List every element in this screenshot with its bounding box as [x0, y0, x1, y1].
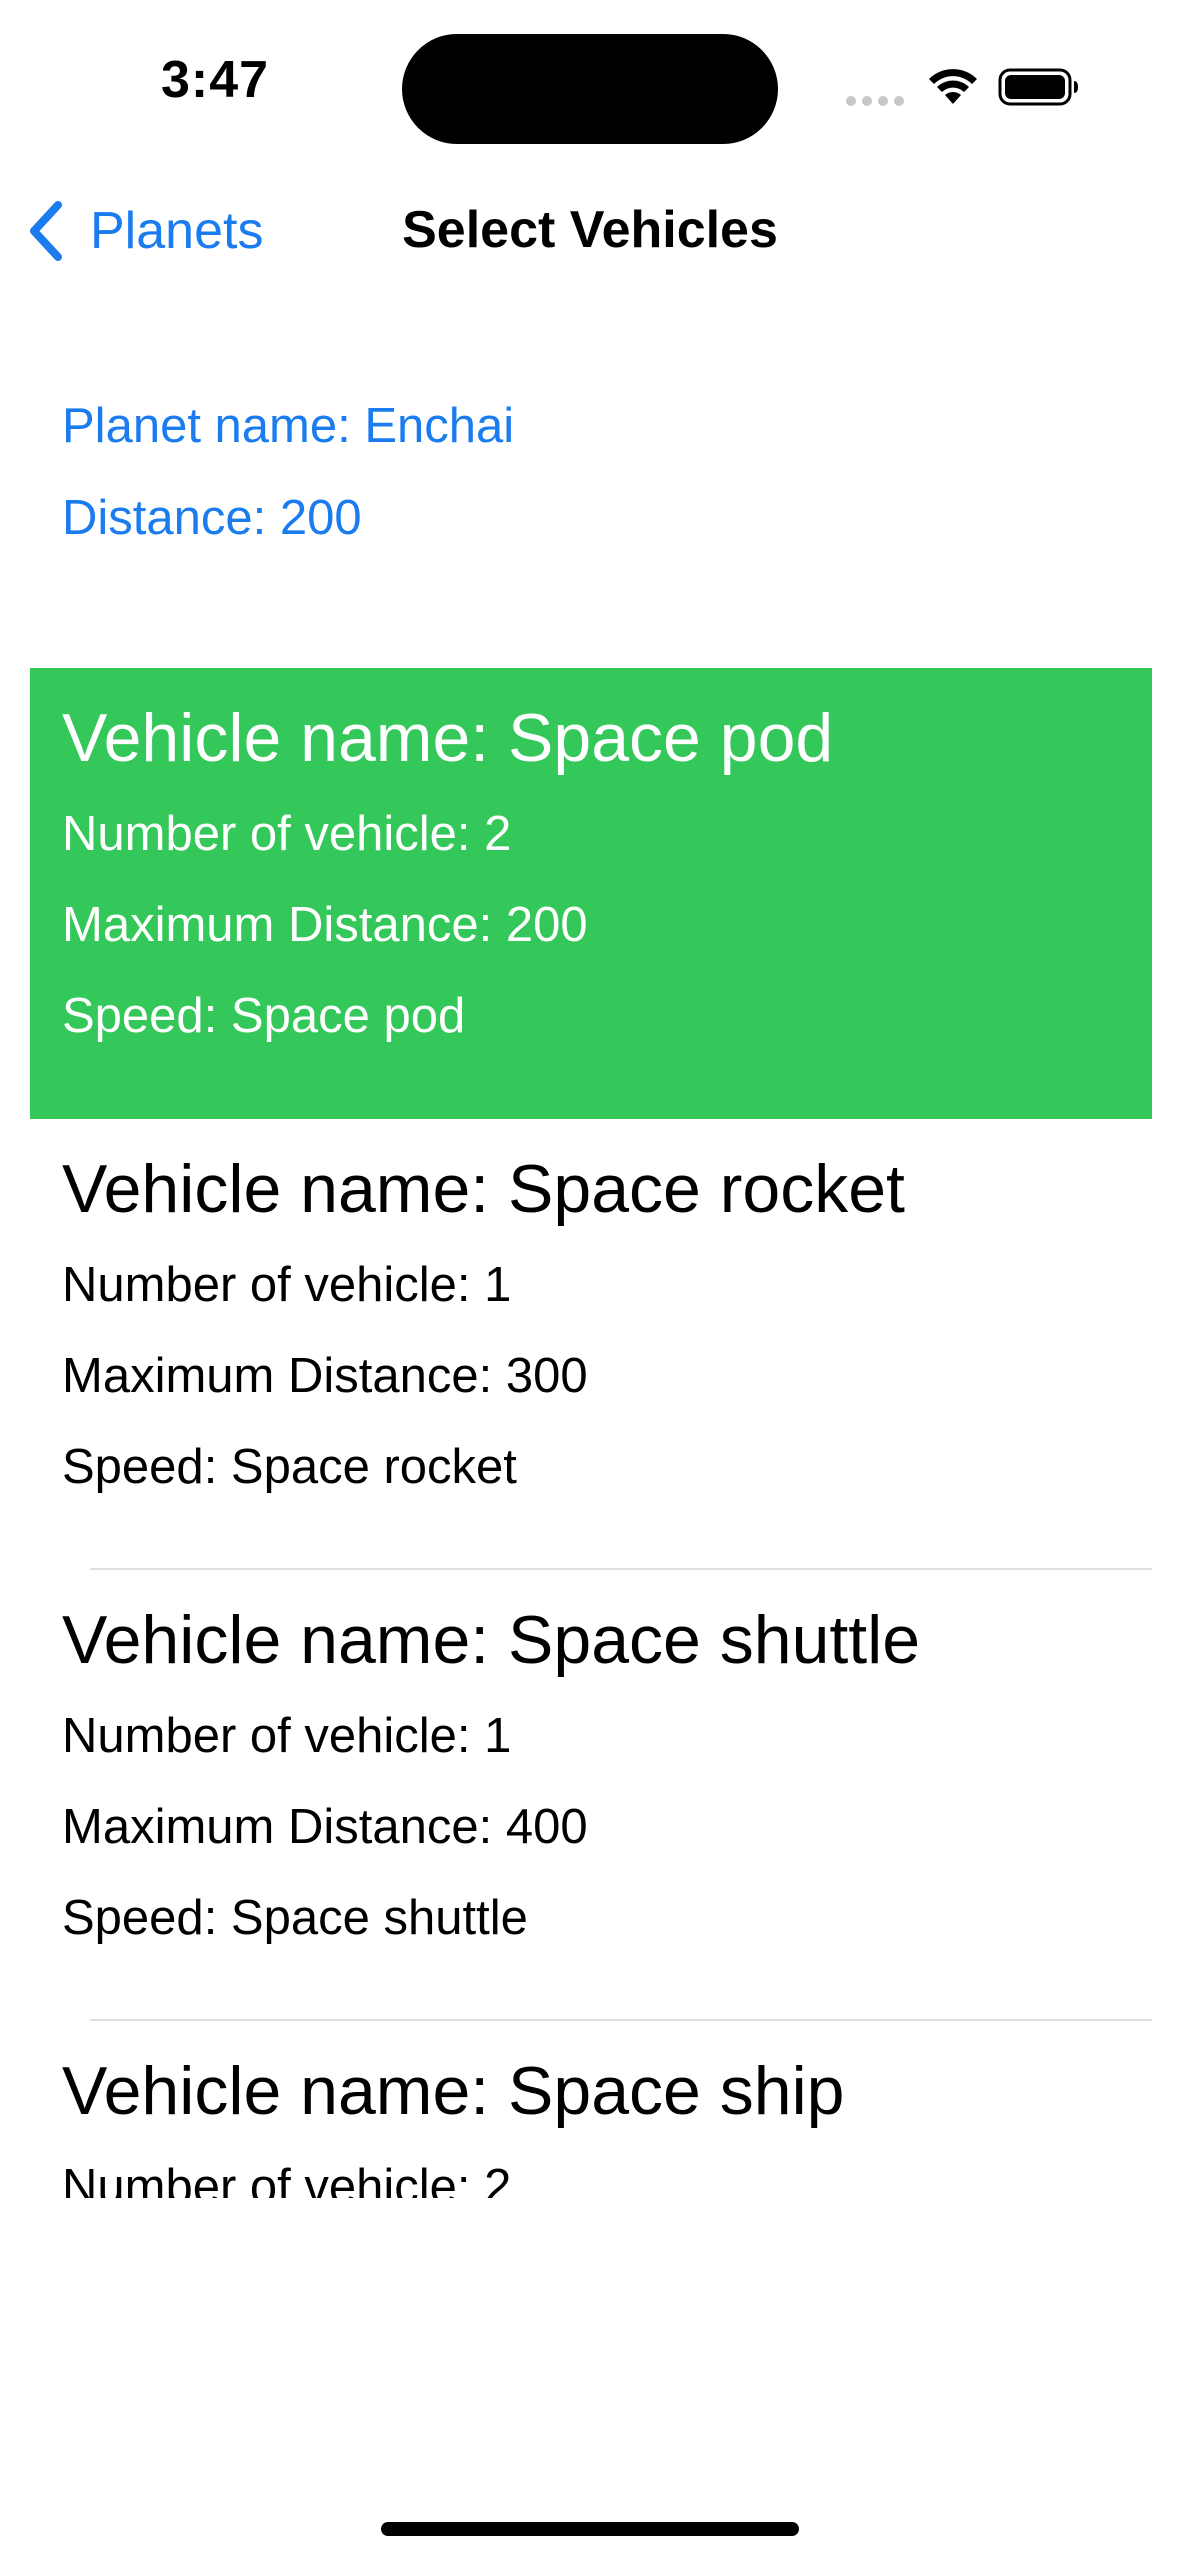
planet-info: Planet name: Enchai Distance: 200: [62, 396, 514, 580]
vehicle-count: Number of vehicle: 1: [62, 1709, 512, 1763]
vehicle-count: Number of vehicle: 2: [62, 2160, 512, 2198]
cellular-signal-icon: [846, 96, 906, 108]
page-title: Select Vehicles: [402, 201, 778, 259]
vehicle-name: Vehicle name: Space pod: [62, 700, 834, 776]
planet-name: Planet name: Enchai: [62, 399, 515, 453]
status-bar: 3:47: [0, 0, 1179, 170]
wifi-icon: [929, 69, 977, 104]
vehicle-row-space-ship[interactable]: Vehicle name: Space ship Number of vehic…: [30, 2021, 1152, 2198]
vehicle-name: Vehicle name: Space rocket: [62, 1151, 905, 1227]
vehicle-row-space-shuttle[interactable]: Vehicle name: Space shuttle Number of ve…: [30, 1570, 1152, 2021]
chevron-left-icon: [30, 201, 62, 261]
vehicle-row-space-rocket[interactable]: Vehicle name: Space rocket Number of veh…: [30, 1119, 1152, 1570]
vehicle-speed: Speed: Space shuttle: [62, 1891, 528, 1945]
home-indicator[interactable]: [381, 2522, 799, 2536]
vehicle-speed: Speed: Space pod: [62, 989, 466, 1043]
status-time: 3:47: [160, 51, 270, 109]
dynamic-island: [402, 34, 778, 144]
vehicle-count: Number of vehicle: 2: [62, 807, 512, 861]
vehicle-row-space-pod[interactable]: Vehicle name: Space pod Number of vehicl…: [30, 668, 1152, 1119]
back-button[interactable]: Planets: [24, 196, 263, 266]
vehicle-max-distance: Maximum Distance: 200: [62, 898, 588, 952]
navigation-bar: Planets Select Vehicles: [0, 170, 1179, 290]
planet-distance: Distance: 200: [62, 491, 362, 545]
vehicle-max-distance: Maximum Distance: 300: [62, 1349, 588, 1403]
battery-icon: [998, 68, 1078, 106]
vehicle-count: Number of vehicle: 1: [62, 1258, 512, 1312]
vehicle-name: Vehicle name: Space ship: [62, 2053, 845, 2129]
vehicle-name: Vehicle name: Space shuttle: [62, 1602, 921, 1678]
back-button-label: Planets: [90, 202, 264, 260]
vehicle-speed: Speed: Space rocket: [62, 1440, 517, 1494]
vehicle-max-distance: Maximum Distance: 400: [62, 1800, 588, 1854]
vehicle-list[interactable]: Vehicle name: Space pod Number of vehicl…: [30, 668, 1152, 2198]
